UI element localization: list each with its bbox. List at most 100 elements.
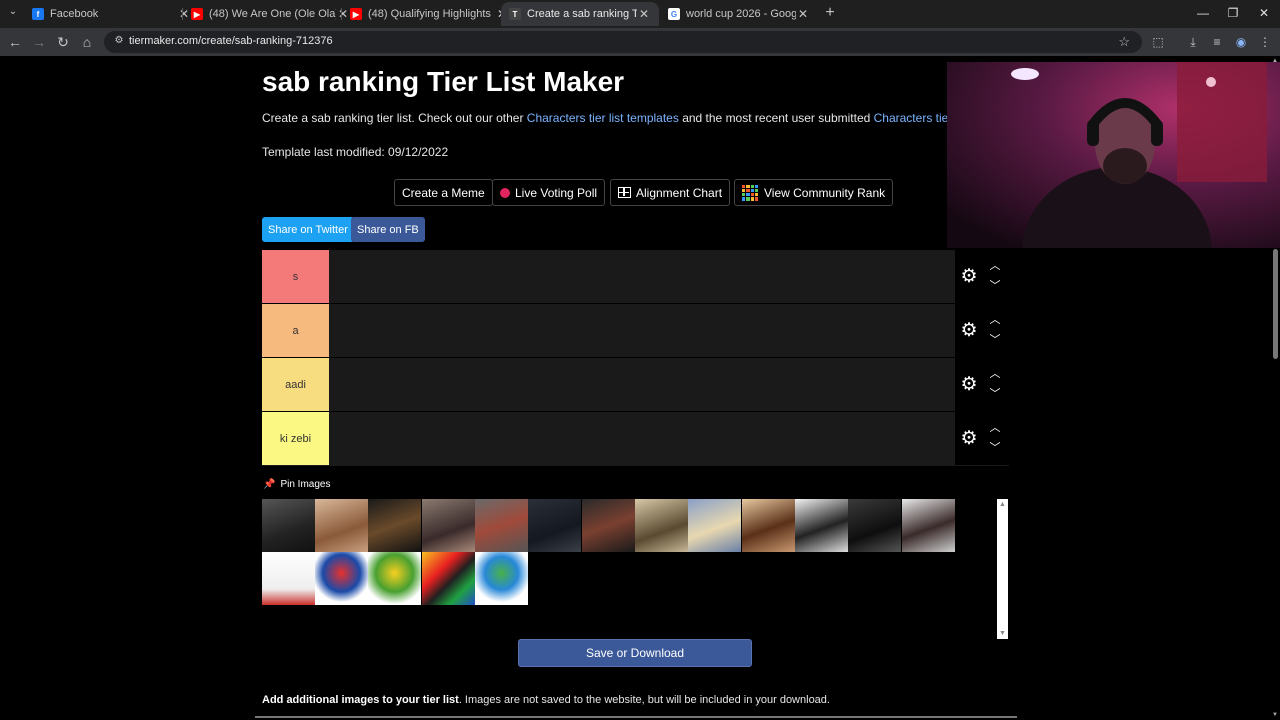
tab-tier-list-active[interactable]: T Create a sab ranking Tier List - ✕ (501, 2, 659, 26)
minimize-icon[interactable]: — (1196, 6, 1210, 20)
webcam-overlay (947, 62, 1280, 248)
share-fb-button[interactable]: Share on FB (351, 217, 425, 242)
reload-icon[interactable]: ↻ (54, 33, 72, 51)
tab-qualifying-highlights[interactable]: ▶ (48) Qualifying Highlights | 202 ✕ (342, 2, 517, 26)
additional-images-text: . Images are not saved to the website, b… (458, 694, 830, 706)
chevron-up-icon[interactable]: ︿ (988, 422, 1002, 434)
tab-facebook[interactable]: f Facebook ✕ (24, 2, 199, 26)
restore-icon[interactable]: ❐ (1226, 6, 1240, 20)
character-image-thumbnail[interactable] (902, 499, 955, 552)
page-title: sab ranking Tier List Maker (262, 66, 625, 97)
facebook-favicon-icon: f (32, 8, 44, 20)
divider (255, 716, 1017, 718)
character-image-thumbnail[interactable] (688, 499, 741, 552)
character-image-thumbnail[interactable] (528, 499, 581, 552)
close-icon[interactable]: ✕ (796, 7, 810, 21)
view-community-rank-button[interactable]: View Community Rank (734, 179, 894, 206)
share-twitter-button[interactable]: Share on Twitter (262, 217, 354, 242)
tier-label[interactable]: ki zebi (262, 412, 329, 465)
window-close-icon[interactable]: ✕ (1257, 6, 1271, 20)
chevron-up-icon[interactable]: ︿ (988, 314, 1002, 326)
download-icon[interactable]: ⤓ (1185, 34, 1201, 50)
chevron-down-icon[interactable]: ﹀ (988, 334, 1002, 346)
chevron-up-icon[interactable]: ︿ (988, 260, 1002, 272)
media-control-icon[interactable]: ≡ (1209, 34, 1225, 50)
tier-drop-zone[interactable] (330, 304, 954, 357)
scroll-down-arrow-icon[interactable]: ▼ (999, 630, 1006, 637)
chevron-down-icon[interactable]: ﹀ (988, 442, 1002, 454)
world-cup-logo-thumbnail[interactable] (475, 552, 528, 605)
tier-label[interactable]: s (262, 250, 329, 303)
tier-row: ki zebi ⚙ ︿ ﹀ (262, 411, 1009, 465)
tier-row: a ⚙ ︿ ﹀ (262, 303, 1009, 357)
page-description: Create a sab ranking tier list. Check ou… (262, 111, 980, 125)
scroll-down-arrow-icon[interactable]: ▼ (1272, 712, 1278, 718)
tiermaker-favicon-icon: T (509, 8, 521, 20)
button-label: Live Voting Poll (515, 185, 598, 200)
chevron-down-icon[interactable]: ﹀ (988, 388, 1002, 400)
tier-controls: ⚙ ︿ ﹀ (955, 304, 1009, 357)
chevron-up-icon[interactable]: ︿ (988, 368, 1002, 380)
live-voting-poll-button[interactable]: Live Voting Poll (492, 179, 606, 206)
tab-we-are-one[interactable]: ▶ (48) We Are One (Ole Ola) [The ✕ (183, 2, 358, 26)
additional-images-heading: Add additional images to your tier list (262, 694, 459, 706)
menu-kebab-icon[interactable]: ⋮ (1257, 34, 1273, 50)
grid-icon (618, 187, 631, 198)
create-meme-button[interactable]: Create a Meme (394, 179, 493, 206)
character-image-thumbnail[interactable] (475, 499, 528, 552)
tier-drop-zone[interactable] (330, 250, 954, 303)
profile-icon[interactable]: ◉ (1233, 34, 1249, 50)
gear-icon[interactable]: ⚙ (959, 429, 979, 449)
address-bar[interactable]: ⚙ tiermaker.com/create/sab-ranking-71237… (104, 31, 1142, 53)
browser-toolbar: ← → ↻ ⌂ ⚙ tiermaker.com/create/sab-ranki… (0, 28, 1280, 56)
tab-title: (48) Qualifying Highlights | 202 (368, 8, 495, 20)
button-label: Create a Meme (402, 185, 485, 200)
world-cup-logo-thumbnail[interactable] (368, 552, 421, 605)
tier-label[interactable]: aadi (262, 358, 329, 411)
character-image-thumbnail[interactable] (368, 499, 421, 552)
tab-search-icon[interactable]: ⌄ (4, 6, 22, 22)
bookmark-star-icon[interactable]: ☆ (1118, 34, 1130, 50)
tier-label[interactable]: a (262, 304, 329, 357)
back-icon[interactable]: ← (6, 33, 24, 51)
tier-controls: ⚙ ︿ ﹀ (955, 412, 1009, 465)
pin-images-toggle[interactable]: 📌 Pin Images (263, 479, 330, 490)
template-modified-date: Template last modified: 09/12/2022 (262, 145, 449, 159)
home-icon[interactable]: ⌂ (78, 33, 96, 51)
youtube-favicon-icon: ▶ (191, 8, 203, 20)
gear-icon[interactable]: ⚙ (959, 375, 979, 395)
tier-row: s ⚙ ︿ ﹀ (262, 249, 1009, 303)
site-info-icon[interactable]: ⚙ (112, 35, 126, 49)
character-image-thumbnail[interactable] (582, 499, 635, 552)
character-image-thumbnail[interactable] (795, 499, 848, 552)
url-text[interactable]: tiermaker.com/create/sab-ranking-712376 (129, 35, 333, 47)
scrollbar-thumb[interactable] (1273, 249, 1278, 359)
new-tab-icon[interactable]: + (822, 5, 838, 21)
world-cup-logo-thumbnail[interactable] (315, 552, 368, 605)
world-cup-logo-thumbnail[interactable] (422, 552, 475, 605)
tab-title: (48) We Are One (Ole Ola) [The (209, 8, 336, 20)
scroll-up-arrow-icon[interactable]: ▲ (999, 501, 1006, 508)
character-image-thumbnail[interactable] (635, 499, 688, 552)
character-image-thumbnail[interactable] (422, 499, 475, 552)
gear-icon[interactable]: ⚙ (959, 267, 979, 287)
character-image-thumbnail[interactable] (848, 499, 901, 552)
extensions-icon[interactable]: ⬚ (1150, 34, 1166, 50)
chevron-down-icon[interactable]: ﹀ (988, 280, 1002, 292)
tab-google-search[interactable]: G world cup 2026 - Google Search ✕ (660, 2, 818, 26)
world-cup-logo-thumbnail[interactable] (262, 552, 315, 605)
character-image-thumbnail[interactable] (315, 499, 368, 552)
save-or-download-button[interactable]: Save or Download (518, 639, 752, 667)
tier-drop-zone[interactable] (330, 412, 954, 465)
gear-icon[interactable]: ⚙ (959, 321, 979, 341)
image-pool-scrollbar[interactable]: ▲ ▼ (997, 499, 1008, 639)
character-image-thumbnail[interactable] (262, 499, 315, 552)
tier-controls: ⚙ ︿ ﹀ (955, 358, 1009, 411)
tier-drop-zone[interactable] (330, 358, 954, 411)
forward-icon[interactable]: → (30, 33, 48, 51)
close-icon[interactable]: ✕ (637, 7, 651, 21)
pushpin-icon: 📌 (263, 479, 276, 490)
characters-templates-link[interactable]: Characters tier list templates (527, 111, 679, 125)
alignment-chart-button[interactable]: Alignment Chart (610, 179, 731, 206)
character-image-thumbnail[interactable] (742, 499, 795, 552)
